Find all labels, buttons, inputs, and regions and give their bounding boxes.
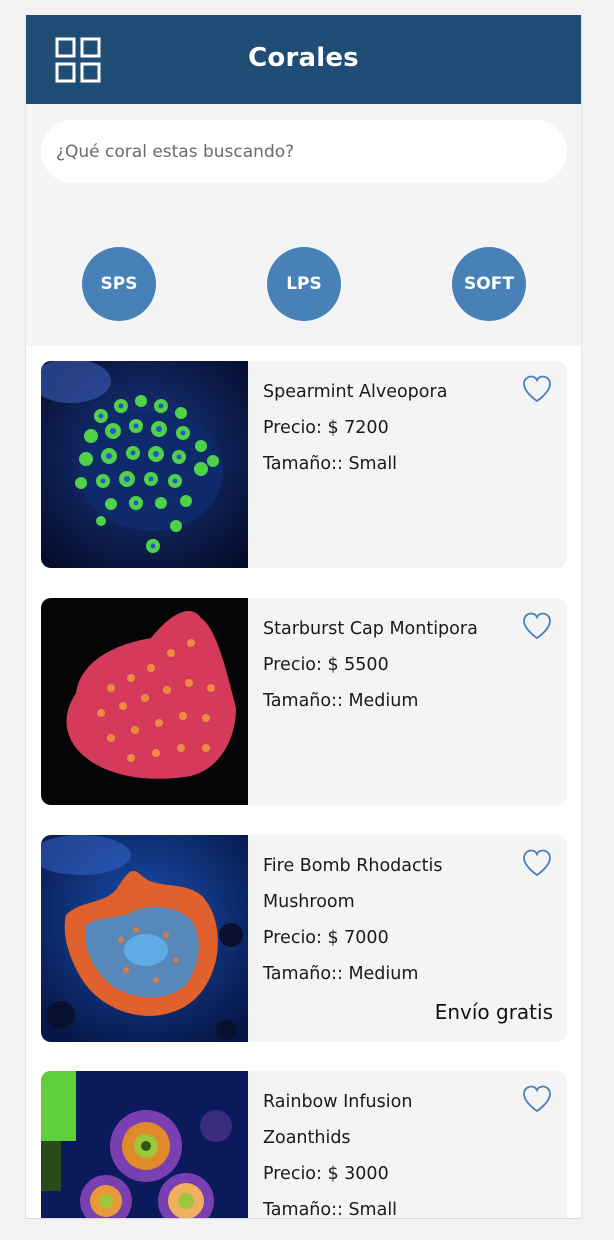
product-name: Starburst Cap Montipora: [263, 619, 478, 639]
product-name-line2: Zoanthids: [263, 1128, 351, 1148]
filter-area: ¿Qué coral estas buscando? SPS LPS SOFT: [26, 104, 581, 346]
product-card[interactable]: Starburst Cap Montipora Precio: $ 5500 T…: [41, 598, 567, 805]
heart-icon[interactable]: [521, 1083, 553, 1115]
product-name-line1: Fire Bomb Rhodactis: [263, 856, 443, 876]
heart-icon[interactable]: [521, 847, 553, 879]
category-soft-button[interactable]: SOFT: [452, 247, 526, 321]
product-name-line1: Rainbow Infusion: [263, 1092, 413, 1112]
search-input[interactable]: ¿Qué coral estas buscando?: [41, 120, 567, 183]
product-size: Tamaño:: Small: [263, 1200, 398, 1219]
product-size: Tamaño:: Medium: [263, 691, 419, 711]
heart-icon[interactable]: [521, 610, 553, 642]
product-card[interactable]: Rainbow Infusion Zoanthids Precio: $ 300…: [41, 1071, 567, 1219]
product-price: Precio: $ 7200: [263, 418, 389, 438]
product-size: Tamaño:: Medium: [263, 964, 419, 984]
heart-icon[interactable]: [521, 373, 553, 405]
app-header: Corales: [26, 15, 581, 104]
product-price: Precio: $ 5500: [263, 655, 389, 675]
product-price: Precio: $ 3000: [263, 1164, 389, 1184]
product-price: Precio: $ 7000: [263, 928, 389, 948]
free-shipping-label: Envío gratis: [434, 1000, 553, 1024]
app-frame: Corales ¿Qué coral estas buscando? SPS L…: [25, 15, 582, 1219]
product-name-line2: Mushroom: [263, 892, 355, 912]
page-title: Corales: [248, 43, 359, 73]
coral-image: [41, 835, 248, 1042]
coral-image: [41, 361, 248, 568]
product-card[interactable]: Spearmint Alveopora Precio: $ 7200 Tamañ…: [41, 361, 567, 568]
product-card[interactable]: Fire Bomb Rhodactis Mushroom Precio: $ 7…: [41, 835, 567, 1042]
category-sps-button[interactable]: SPS: [82, 247, 156, 321]
product-size: Tamaño:: Small: [263, 454, 398, 474]
category-lps-button[interactable]: LPS: [267, 247, 341, 321]
product-name: Spearmint Alveopora: [263, 382, 448, 402]
coral-image: [41, 1071, 248, 1218]
coral-image: [41, 598, 248, 805]
